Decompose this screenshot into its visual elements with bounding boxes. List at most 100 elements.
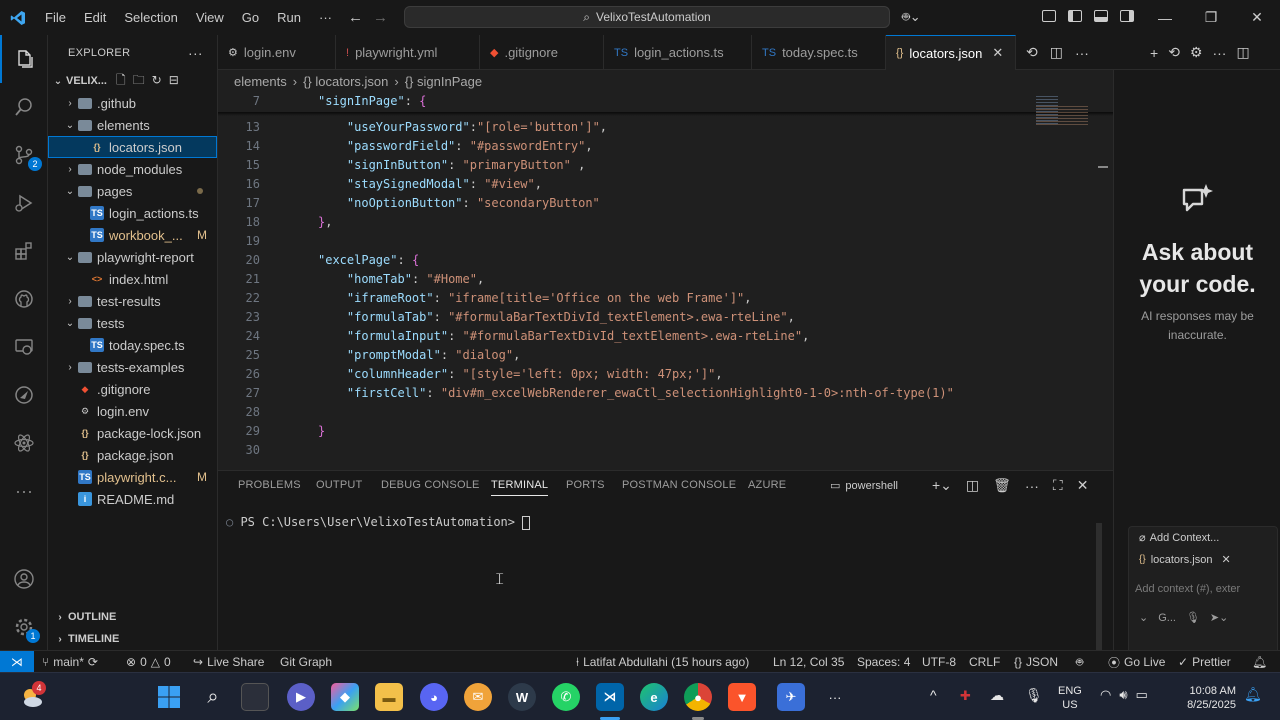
panel-tab-terminal[interactable]: TERMINAL xyxy=(491,479,549,496)
discord-icon[interactable]: ◕ xyxy=(420,683,448,711)
chat-history-icon[interactable]: ⟲ xyxy=(1168,44,1180,61)
code-line[interactable]: "excelPage": { xyxy=(318,253,419,267)
menu-go[interactable]: Go xyxy=(233,0,268,35)
pinned-app-icon[interactable]: ✈ xyxy=(777,683,805,711)
vscode-taskbar-icon[interactable]: ⋊ xyxy=(596,683,624,711)
tree-file[interactable]: TS playwright.c... M xyxy=(48,466,217,488)
panel-tab-problems[interactable]: PROBLEMS xyxy=(238,479,301,491)
editor-more-icon[interactable]: ··· xyxy=(1075,45,1089,61)
notification-bell-icon[interactable]: 🔔︎ xyxy=(1244,686,1262,703)
code-line[interactable]: "promptModal": "dialog", xyxy=(318,348,520,362)
code-line[interactable]: "iframeRoot": "iframe[title='Office on t… xyxy=(318,291,752,305)
close-panel-icon[interactable]: ✕ xyxy=(1077,477,1089,494)
indentation[interactable]: Spaces: 4 xyxy=(857,651,910,673)
go-live-button[interactable]: ⦿ Go Live xyxy=(1108,651,1165,673)
code-line[interactable]: "signInPage": { xyxy=(318,94,426,108)
extensions-icon[interactable] xyxy=(0,227,48,275)
tree-folder[interactable]: ⌄ elements xyxy=(48,114,217,136)
restore-button[interactable]: ❐ xyxy=(1188,0,1234,35)
chat-input[interactable]: Add context (#), exter xyxy=(1135,583,1273,595)
brave-icon[interactable]: ▼ xyxy=(728,683,756,711)
github-icon[interactable] xyxy=(0,275,48,323)
more-views-icon[interactable]: ··· xyxy=(0,467,48,515)
manage-gear-icon[interactable]: 1 xyxy=(0,603,48,651)
teams-icon[interactable]: ▶ xyxy=(287,683,315,711)
copilot-status-icon[interactable]: 🤖︎ xyxy=(1076,651,1083,673)
terminal-output[interactable]: ○ PS C:\Users\User\VelixoTestAutomation> xyxy=(226,515,531,530)
split-editor-icon[interactable]: ◫ xyxy=(1050,44,1063,61)
toggle-primary-sidebar-icon[interactable] xyxy=(1068,10,1082,22)
show-hidden-icons-icon[interactable]: ^ xyxy=(930,687,937,703)
wordpress-icon[interactable]: W xyxy=(508,683,536,711)
tree-file[interactable]: TS today.spec.ts xyxy=(48,334,217,356)
add-context-button[interactable]: ⌀ Add Context... xyxy=(1139,531,1219,545)
tree-file[interactable]: <> index.html xyxy=(48,268,217,290)
panel-tab-ports[interactable]: PORTS xyxy=(566,479,605,491)
react-icon[interactable] xyxy=(0,419,48,467)
mode-dropdown-icon[interactable]: ⌄ xyxy=(1139,611,1148,624)
kill-terminal-icon[interactable]: 🗑︎ xyxy=(993,477,1011,494)
task-view-icon[interactable] xyxy=(241,683,269,711)
postman-app-icon[interactable]: ✉ xyxy=(464,683,492,711)
problems-indicator[interactable]: ⊗ 0 △ 0 xyxy=(126,651,171,673)
menu-selection[interactable]: Selection xyxy=(115,0,186,35)
code-line[interactable]: "noOptionButton": "secondaryButton" xyxy=(318,196,600,210)
minimize-button[interactable]: — xyxy=(1142,0,1188,35)
git-blame[interactable]: ⍿ Latifat Abdullahi (15 hours ago) xyxy=(576,651,749,673)
menu-edit[interactable]: Edit xyxy=(75,0,115,35)
toggle-panel-icon[interactable] xyxy=(1094,10,1108,22)
source-control-icon[interactable]: 2 xyxy=(0,131,48,179)
minimap[interactable] xyxy=(1030,92,1110,468)
explorer-more-icon[interactable]: ··· xyxy=(188,45,203,61)
accounts-icon[interactable] xyxy=(0,555,48,603)
code-line[interactable]: "homeTab": "#Home", xyxy=(318,272,484,286)
weather-icon[interactable]: 4 xyxy=(18,681,46,711)
run-debug-icon[interactable] xyxy=(0,179,48,227)
model-picker[interactable]: G... xyxy=(1158,612,1176,624)
close-tab-icon[interactable]: ✕ xyxy=(992,45,1003,61)
network-sound-battery-icons[interactable]: ◠🔊︎▭ xyxy=(1100,687,1156,703)
taskbar-search-icon[interactable]: ⌕ xyxy=(199,683,227,711)
command-center-search[interactable]: ⌕ VelixoTestAutomation xyxy=(404,6,890,28)
remove-context-icon[interactable]: ✕ xyxy=(1221,553,1230,566)
tree-folder[interactable]: ⌄ tests xyxy=(48,312,217,334)
encoding[interactable]: UTF-8 xyxy=(922,651,956,673)
panel-more-icon[interactable]: ··· xyxy=(1025,478,1039,494)
whatsapp-icon[interactable]: ✆ xyxy=(552,683,580,711)
maximize-chat-icon[interactable]: ◫ xyxy=(1236,44,1249,61)
prettier-button[interactable]: ✓ Prettier xyxy=(1178,651,1231,673)
tab-login-actions-ts[interactable]: TS login_actions.ts xyxy=(604,35,752,70)
code-line[interactable]: "formulaTab": "#formulaBarTextDivId_text… xyxy=(318,310,795,324)
code-editor[interactable]: 7 "signInPage": {13 "useYourPassword":"[r… xyxy=(218,92,1113,468)
code-line[interactable]: } xyxy=(318,424,325,438)
code-line[interactable]: "staySignedModal": "#view", xyxy=(318,177,542,191)
explorer-icon[interactable] xyxy=(0,35,48,83)
workspace-root[interactable]: ⌄ VELIX... 🗋🗀↻⊟ xyxy=(48,70,217,92)
language-mode[interactable]: {} JSON xyxy=(1014,651,1058,673)
forward-arrow-icon[interactable]: → xyxy=(373,9,388,26)
send-icon[interactable]: ➤⌄ xyxy=(1210,611,1228,624)
tab-today-spec-ts[interactable]: TS today.spec.ts xyxy=(752,35,886,70)
panel-tab-postman-console[interactable]: POSTMAN CONSOLE xyxy=(622,479,736,491)
tree-file[interactable]: {} locators.json xyxy=(48,136,217,158)
tree-file[interactable]: {} package-lock.json xyxy=(48,422,217,444)
tree-file[interactable]: ◆ .gitignore xyxy=(48,378,217,400)
postman-icon[interactable] xyxy=(0,371,48,419)
tree-file[interactable]: ⚙ login.env xyxy=(48,400,217,422)
tree-file[interactable]: {} package.json xyxy=(48,444,217,466)
tree-file[interactable]: i README.md xyxy=(48,488,217,510)
tree-folder[interactable]: ⌄ pages xyxy=(48,180,217,202)
menu-file[interactable]: File xyxy=(36,0,75,35)
menu-run[interactable]: Run xyxy=(268,0,310,35)
taskbar-more-icon[interactable]: ··· xyxy=(821,683,849,711)
copilot-icon[interactable]: 🤖︎⌄ xyxy=(902,9,921,27)
tab--gitignore[interactable]: ◆ .gitignore xyxy=(480,35,604,70)
breadcrumb-symbol[interactable]: {} signInPage xyxy=(405,74,482,89)
panel-tab-azure[interactable]: AZURE xyxy=(748,479,786,491)
edge-icon[interactable]: e xyxy=(640,683,668,711)
panel-tab-output[interactable]: OUTPUT xyxy=(316,479,362,491)
menu-view[interactable]: View xyxy=(187,0,233,35)
search-view-icon[interactable] xyxy=(0,83,48,131)
timeline-section[interactable]: › TIMELINE xyxy=(48,628,217,650)
chat-more-icon[interactable]: ··· xyxy=(1212,45,1226,61)
